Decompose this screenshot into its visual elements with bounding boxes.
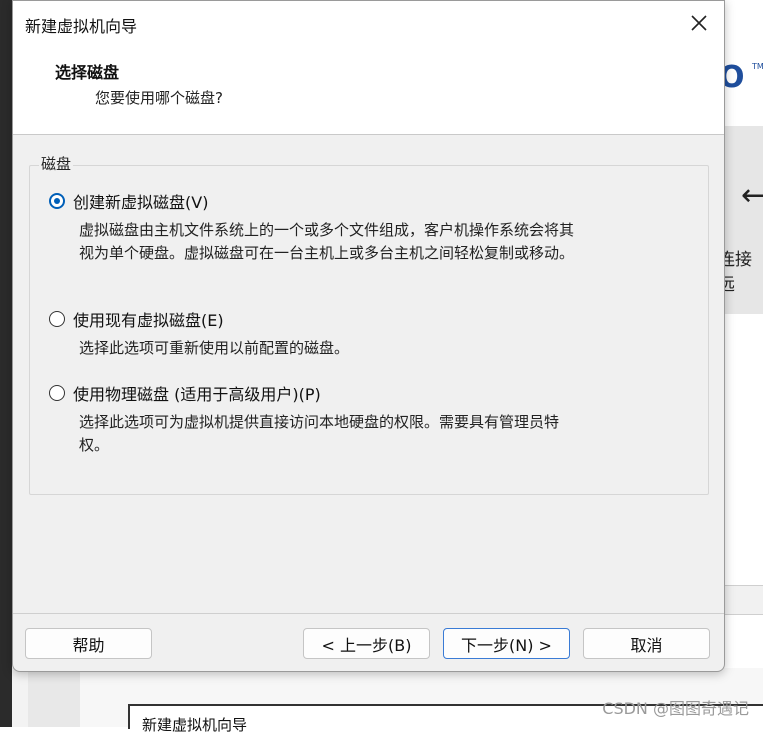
close-icon: [691, 15, 707, 31]
option-description: 选择此选项可为虚拟机提供直接访问本地硬盘的权限。需要具有管理员特 权。: [79, 411, 679, 457]
radio-use-existing-disk[interactable]: 使用现有虚拟磁盘(E): [49, 307, 224, 331]
next-button[interactable]: 下一步(N) >: [443, 628, 570, 659]
watermark: CSDN @图图奇遇记: [602, 699, 749, 718]
title-bar: 新建虚拟机向导: [13, 1, 724, 45]
option-desc-line: 权。: [79, 436, 110, 454]
dialog-title: 新建虚拟机向导: [25, 17, 138, 36]
radio-button[interactable]: [49, 385, 65, 401]
option-label: 创建新虚拟磁盘(V): [73, 193, 209, 212]
option-desc-line: 虚拟磁盘由主机文件系统上的一个或多个文件组成，客户机操作系统会将其: [79, 221, 575, 239]
wizard-header: 选择磁盘 您要使用哪个磁盘?: [13, 45, 724, 135]
option-description: 选择此选项可重新使用以前配置的磁盘。: [79, 337, 679, 360]
new-vm-wizard-dialog: 新建虚拟机向导 选择磁盘 您要使用哪个磁盘? 磁盘 创建新虚拟磁盘(V) 虚拟磁…: [12, 0, 725, 672]
option-desc-line: 选择此选项可为虚拟机提供直接访问本地硬盘的权限。需要具有管理员特: [79, 413, 560, 431]
help-button[interactable]: 帮助: [25, 628, 152, 659]
option-description: 虚拟磁盘由主机文件系统上的一个或多个文件组成，客户机操作系统会将其 视为单个硬盘…: [79, 219, 679, 265]
option-desc-line: 选择此选项可重新使用以前配置的磁盘。: [79, 339, 350, 357]
close-button[interactable]: [674, 1, 724, 45]
option-desc-line: 视为单个硬盘。虚拟磁盘可在一台主机上或多台主机之间轻松复制或移动。: [79, 244, 575, 262]
page-subtitle: 您要使用哪个磁盘?: [95, 89, 223, 107]
option-label: 使用物理磁盘 (适用于高级用户)(P): [73, 385, 321, 404]
background-frame: [28, 668, 81, 727]
arrow-left-icon: ←: [741, 178, 763, 213]
background-right-strip: [723, 585, 763, 615]
disk-group-label: 磁盘: [39, 153, 74, 174]
option-label: 使用现有虚拟磁盘(E): [73, 311, 224, 330]
background-logo-tm: TM: [752, 62, 763, 71]
background-left-edge: [0, 0, 12, 727]
back-button[interactable]: < 上一步(B): [303, 628, 430, 659]
cancel-button[interactable]: 取消: [583, 628, 710, 659]
radio-use-physical-disk[interactable]: 使用物理磁盘 (适用于高级用户)(P): [49, 381, 321, 405]
radio-button[interactable]: [49, 311, 65, 327]
radio-create-new-disk[interactable]: 创建新虚拟磁盘(V): [49, 189, 208, 213]
page-title: 选择磁盘: [55, 63, 120, 82]
footer-divider: [13, 613, 724, 614]
background-subwindow-title: 新建虚拟机向导: [142, 716, 248, 734]
radio-button-checked[interactable]: [49, 193, 65, 209]
